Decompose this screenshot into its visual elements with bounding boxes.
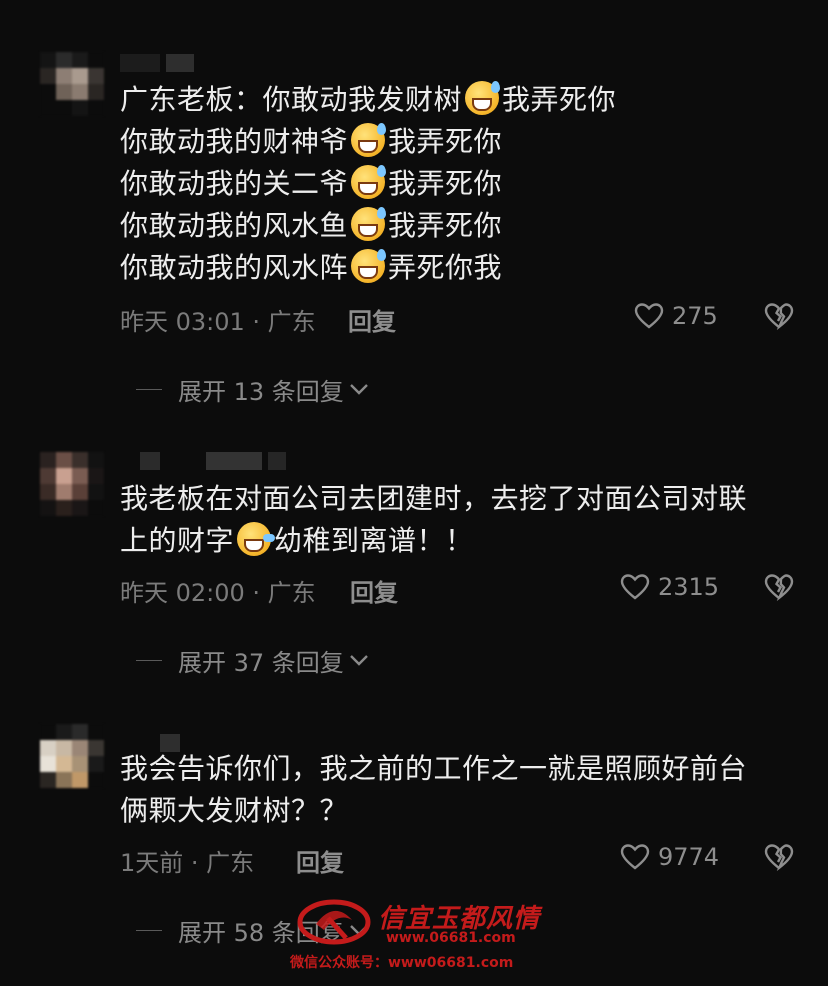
comment-line: 我会告诉你们，我之前的工作之一就是照顾好前台 [120, 752, 748, 785]
watermark: 信宜玉都风情 www.06681.com 微信公众账号：www06681.com [290, 892, 550, 972]
avatar[interactable] [40, 724, 104, 788]
reply-button[interactable]: 回复 [296, 843, 344, 878]
dislike-button[interactable] [764, 302, 794, 336]
comment-meta: 昨天 02:00 · 广东 回复 2315 [120, 573, 800, 607]
username-blurred[interactable] [120, 452, 286, 472]
grinning-sweat-emoji-icon [351, 207, 387, 241]
reply-button[interactable]: 回复 [348, 302, 396, 337]
timestamp-location: 昨天 03:01 · 广东 [120, 308, 316, 336]
grinning-sweat-emoji-icon [351, 249, 387, 283]
divider [136, 388, 162, 390]
like-button[interactable]: 275 [634, 302, 718, 330]
comment-line: 你敢动我的财神爷 我弄死你 [120, 123, 503, 158]
watermark-site: www.06681.com [386, 930, 516, 946]
like-count: 2315 [658, 573, 720, 601]
like-count: 275 [672, 302, 718, 330]
comment-line: 俩颗大发财树？？ [120, 794, 349, 827]
reply-button[interactable]: 回复 [350, 573, 398, 608]
comment-line: 你敢动我的风水阵 弄死你我 [120, 249, 503, 284]
expand-replies-button[interactable]: 展开 37 条回复 [136, 645, 370, 677]
comment-text: 我会告诉你们，我之前的工作之一就是照顾好前台 俩颗大发财树？？ [120, 748, 800, 832]
watermark-logo-icon [297, 899, 371, 945]
chevron-down-icon [349, 384, 368, 395]
comment-line: 你敢动我的风水鱼 我弄死你 [120, 207, 503, 242]
like-button[interactable]: 2315 [620, 573, 719, 601]
laughing-tears-emoji-icon [237, 522, 276, 556]
divider [136, 659, 162, 661]
timestamp-location: 1天前 · 广东 [120, 849, 255, 877]
username-blurred[interactable] [120, 54, 194, 74]
like-button[interactable]: 9774 [620, 843, 719, 871]
broken-heart-icon [764, 574, 794, 602]
comment-meta: 1天前 · 广东 回复 9774 [120, 843, 800, 877]
expand-replies-button[interactable]: 展开 13 条回复 [136, 374, 370, 406]
heart-icon [634, 303, 664, 329]
watermark-subtitle: 微信公众账号：www06681.com [290, 955, 514, 971]
grinning-sweat-emoji-icon [351, 165, 387, 199]
comment-feed: 广东老板：你敢动我发财树 我弄死你 你敢动我的财神爷 我弄死你 你敢动我的关二爷 我弄… [0, 0, 828, 986]
grinning-sweat-emoji-icon [351, 123, 387, 157]
like-count: 9774 [658, 843, 720, 871]
chevron-down-icon [349, 655, 368, 666]
comment-line: 广东老板：你敢动我发财树 我弄死你 [120, 81, 617, 116]
expand-replies-label: 展开 37 条回复 [178, 648, 344, 677]
comment-line: 我老板在对面公司去团建时，去挖了对面公司对联 [120, 482, 748, 515]
broken-heart-icon [764, 844, 794, 872]
heart-icon [620, 574, 650, 600]
comment-line: 你敢动我的关二爷 我弄死你 [120, 165, 503, 200]
broken-heart-icon [764, 303, 794, 331]
expand-replies-label: 展开 13 条回复 [178, 377, 344, 406]
dislike-button[interactable] [764, 573, 794, 607]
avatar[interactable] [40, 52, 104, 116]
avatar[interactable] [40, 452, 104, 516]
divider [136, 929, 162, 931]
comment-text: 我老板在对面公司去团建时，去挖了对面公司对联 上的财字 幼稚到离谱！！ [120, 478, 800, 562]
grinning-sweat-emoji-icon [465, 81, 501, 115]
dislike-button[interactable] [764, 843, 794, 877]
comment-line: 上的财字 幼稚到离谱！！ [120, 522, 474, 557]
comment-meta: 昨天 03:01 · 广东 回复 275 [120, 302, 800, 336]
heart-icon [620, 844, 650, 870]
timestamp-location: 昨天 02:00 · 广东 [120, 579, 316, 607]
comment-text: 广东老板：你敢动我发财树 我弄死你 你敢动我的财神爷 我弄死你 你敢动我的关二爷 我弄… [120, 79, 800, 289]
